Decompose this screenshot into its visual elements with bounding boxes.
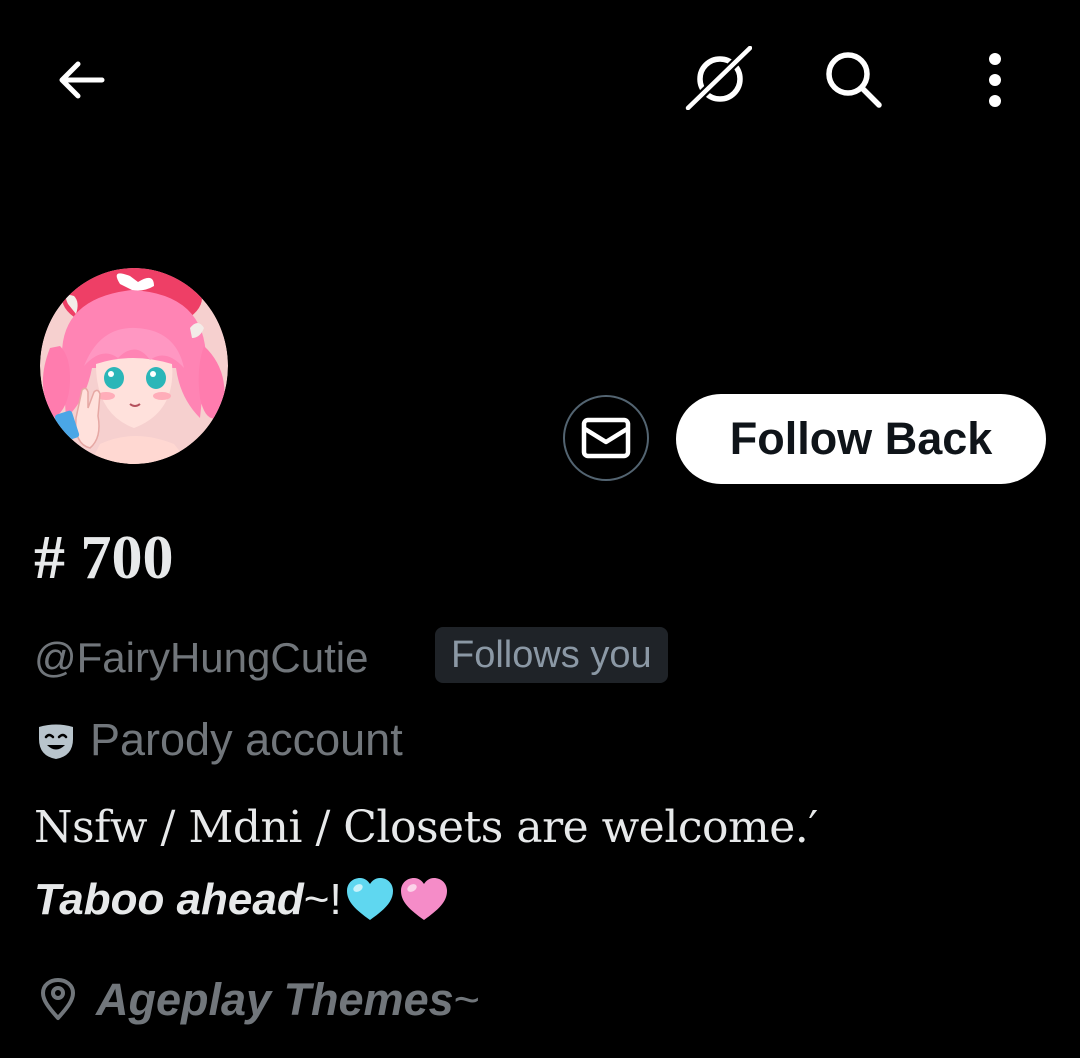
light-blue-heart-icon <box>346 878 393 920</box>
pink-heart-icon <box>400 878 447 920</box>
back-button[interactable] <box>50 50 110 110</box>
envelope-icon <box>581 417 631 459</box>
location-text: Ageplay Themes~ <box>96 970 480 1030</box>
grok-icon <box>684 46 752 110</box>
location-pin-icon <box>41 978 75 1020</box>
username-handle: @FairyHungCutie <box>34 634 369 681</box>
bio-tail-text: ~! <box>303 875 342 924</box>
more-options-button[interactable] <box>970 46 1020 112</box>
follows-you-label: Follows you <box>451 633 652 676</box>
anime-avatar <box>40 268 228 464</box>
location-tail-text: ~ <box>453 974 480 1025</box>
search-icon <box>826 52 882 108</box>
parody-account-label: Parody account <box>90 714 403 765</box>
search-button[interactable] <box>820 46 886 112</box>
arrow-left-icon <box>59 61 105 99</box>
bio-text-line2: Taboo ahead ~! <box>34 870 450 930</box>
more-vertical-icon <box>989 53 1001 107</box>
bio-bold-text: Taboo ahead <box>34 875 304 924</box>
mask-icon <box>39 724 73 759</box>
bio-text: Nsfw / Mdni / Closets are welcome.′ <box>34 802 818 853</box>
follow-back-button[interactable]: Follow Back <box>676 394 1046 484</box>
avatar[interactable] <box>40 268 228 464</box>
follows-you-badge: Follows you <box>435 627 668 683</box>
grok-button[interactable] <box>684 46 752 110</box>
message-button[interactable] <box>563 395 649 481</box>
location-bold-text: Ageplay Themes <box>96 974 454 1025</box>
display-name: # 700 <box>34 524 174 592</box>
follow-back-label: Follow Back <box>729 413 993 464</box>
